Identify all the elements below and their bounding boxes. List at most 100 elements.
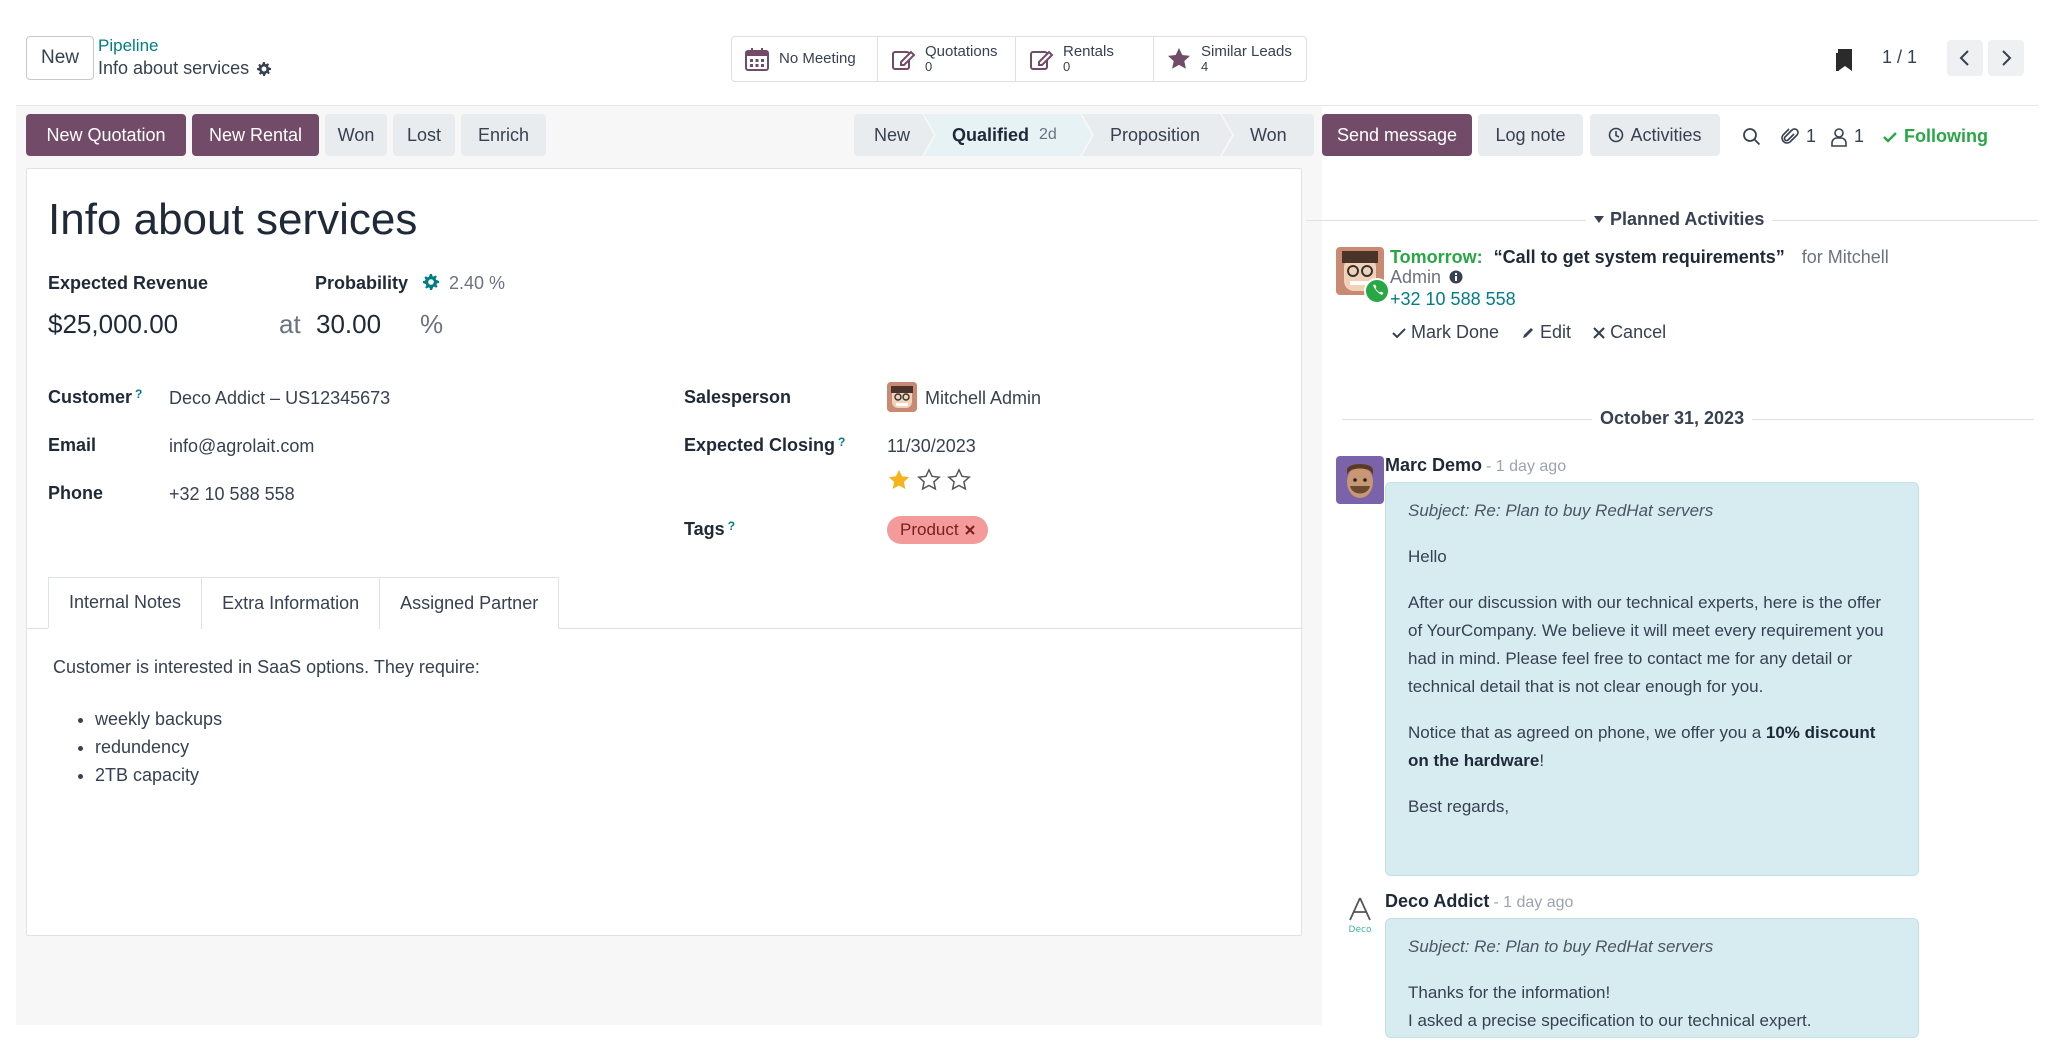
new-record-button[interactable]: New	[26, 36, 94, 80]
pager-next-button[interactable]	[1988, 40, 2024, 76]
pager-value[interactable]: 1 / 1	[1882, 47, 1917, 68]
author-name[interactable]: Deco Addict	[1385, 891, 1489, 911]
stage-qualified[interactable]: Qualified 2d	[924, 114, 1092, 156]
lost-button[interactable]: Lost	[393, 114, 455, 156]
bookmark-icon[interactable]	[1834, 47, 1856, 73]
attachment-count[interactable]: 1	[1806, 126, 1816, 147]
stage-label: Qualified	[952, 124, 1030, 145]
salesperson-label: Salesperson	[684, 387, 792, 407]
smart-button-label: Similar Leads	[1201, 43, 1292, 60]
new-rental-button[interactable]: New Rental	[192, 114, 319, 156]
smart-button-similar-leads[interactable]: Similar Leads 4	[1154, 37, 1306, 81]
info-icon[interactable]	[1449, 270, 1463, 284]
check-icon	[1883, 131, 1897, 143]
customer-value[interactable]: Deco Addict – US12345673	[169, 388, 390, 409]
send-message-button[interactable]: Send message	[1322, 114, 1472, 156]
customer-label-text: Customer	[48, 387, 133, 407]
smart-button-count: 0	[925, 59, 933, 74]
smart-button-meeting[interactable]: No Meeting	[732, 37, 878, 81]
star-filled-icon[interactable]	[887, 468, 911, 492]
chevron-left-icon	[1959, 50, 1969, 66]
gear-icon[interactable]	[257, 61, 272, 76]
following-button[interactable]: Following	[1904, 126, 1988, 147]
activity-summary-line: Tomorrow: “Call to get system requiremen…	[1390, 247, 1990, 267]
follower-count[interactable]: 1	[1854, 126, 1864, 147]
activity-summary: “Call to get system requirements”	[1493, 247, 1785, 267]
breadcrumb-pipeline-link[interactable]: Pipeline	[98, 36, 159, 56]
star-empty-icon[interactable]	[917, 468, 941, 492]
salesperson-avatar	[887, 382, 917, 412]
help-tooltip[interactable]: ?	[838, 435, 845, 449]
smart-button-label: No Meeting	[779, 50, 856, 67]
smart-button-quotations[interactable]: Quotations 0	[878, 37, 1016, 81]
breadcrumb-current-label: Info about services	[98, 58, 250, 78]
probability-value[interactable]: 30.00	[316, 309, 381, 340]
internal-notes-content[interactable]: Customer is interested in SaaS options. …	[53, 657, 480, 789]
salesperson-value[interactable]: Mitchell Admin	[925, 388, 1041, 409]
activities-label: Activities	[1630, 124, 1702, 145]
activity-assignee-rest: Admin	[1390, 267, 1442, 287]
chatter-panel: Send message Log note Activities 1 1 Fol…	[1306, 106, 2038, 1038]
at-label: at	[279, 309, 301, 339]
activity-phone[interactable]: +32 10 588 558	[1390, 289, 1516, 310]
lead-title[interactable]: Info about services	[48, 195, 417, 245]
log-note-button[interactable]: Log note	[1478, 114, 1583, 156]
enrich-button[interactable]: Enrich	[461, 114, 546, 156]
mark-done-button[interactable]: Mark Done	[1392, 322, 1499, 343]
clock-icon	[1609, 127, 1624, 143]
expected-closing-label-text: Expected Closing	[684, 435, 836, 455]
help-tooltip[interactable]: ?	[135, 387, 142, 401]
tag-label: Product	[900, 520, 959, 539]
phone-label: Phone	[48, 483, 104, 503]
close-icon	[1593, 326, 1605, 339]
star-icon	[1168, 48, 1190, 69]
smart-button-rentals[interactable]: Rentals 0	[1016, 37, 1154, 81]
new-quotation-button[interactable]: New Quotation	[26, 114, 186, 156]
won-button[interactable]: Won	[325, 114, 387, 156]
expected-revenue-value[interactable]: $25,000.00	[48, 309, 178, 340]
stage-new[interactable]: New	[854, 114, 934, 156]
activity-actions: Mark Done Edit Cancel	[1392, 322, 1666, 343]
date-separator: October 31, 2023	[1592, 408, 1753, 429]
edit-activity-button[interactable]: Edit	[1521, 322, 1571, 343]
expected-revenue-label: Expected Revenue	[48, 273, 209, 293]
expected-closing-value[interactable]: 11/30/2023	[887, 436, 976, 457]
user-icon[interactable]	[1830, 127, 1848, 147]
stage-won[interactable]: Won	[1222, 114, 1314, 156]
smart-button-label: Quotations	[925, 43, 998, 60]
tab-internal-notes[interactable]: Internal Notes	[48, 577, 203, 629]
email-value[interactable]: info@agrolait.com	[169, 436, 314, 457]
tab-assigned-partner[interactable]: Assigned Partner	[379, 577, 560, 629]
stage-statusbar: New Qualified 2d Proposition Won	[854, 114, 1314, 156]
notebook-tabs: Internal Notes Extra Information Assigne…	[48, 577, 560, 629]
phone-value[interactable]: +32 10 588 558	[169, 484, 295, 505]
message-paragraph: Thanks for the information!	[1408, 983, 1611, 1002]
message-text: !	[1539, 751, 1545, 770]
help-tooltip[interactable]: ?	[728, 519, 735, 533]
tab-extra-information[interactable]: Extra Information	[201, 577, 381, 629]
tags-label-text: Tags	[684, 519, 725, 539]
list-item: redundency	[95, 733, 480, 761]
pager-previous-button[interactable]	[1947, 40, 1983, 76]
tags-label: Tags?	[684, 519, 735, 540]
stage-days: 2d	[1039, 126, 1057, 143]
gear-icon[interactable]	[423, 274, 439, 290]
star-empty-icon[interactable]	[947, 468, 971, 492]
probability-label: Probability	[315, 273, 409, 293]
chatter-tools: 1 1 Following	[1742, 126, 1988, 147]
close-icon[interactable]	[964, 525, 975, 535]
cancel-activity-button[interactable]: Cancel	[1593, 322, 1666, 343]
tag-product[interactable]: Product	[887, 516, 988, 544]
stage-proposition[interactable]: Proposition	[1082, 114, 1232, 156]
search-icon[interactable]	[1742, 127, 1762, 147]
notes-intro: Customer is interested in SaaS options. …	[53, 657, 480, 677]
author-name[interactable]: Marc Demo	[1385, 455, 1482, 475]
planned-activities-label: Planned Activities	[1610, 209, 1765, 229]
planned-activities-toggle[interactable]: Planned Activities	[1586, 209, 1773, 230]
app-window: New Pipeline Info about services No Meet…	[0, 0, 2048, 1047]
message-paragraph: After our discussion with our technical …	[1408, 593, 1884, 696]
activities-button[interactable]: Activities	[1590, 114, 1720, 156]
message-subject: Subject: Re: Plan to buy RedHat servers	[1408, 937, 1714, 956]
message-bubble: Subject: Re: Plan to buy RedHat servers …	[1385, 482, 1919, 876]
paperclip-icon[interactable]	[1780, 127, 1800, 147]
